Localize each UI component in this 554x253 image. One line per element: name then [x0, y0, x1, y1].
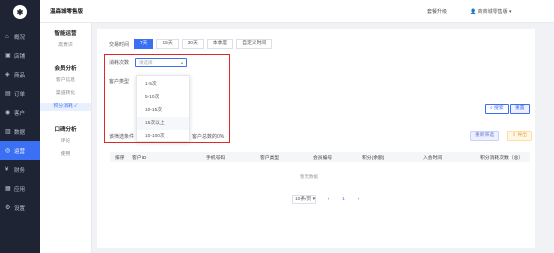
sub-navigation: 智能运营 高贵识 会员分析 客户信息 渠道转化 积分消耗 ✓ 口碑分析 评论 使… [40, 23, 92, 253]
subnav-item-customer-info[interactable]: 客户信息 [40, 77, 91, 85]
page-size-select[interactable]: 10条/页 ▾ [292, 195, 316, 204]
tab-30days[interactable]: 30天 [181, 39, 204, 49]
summary-suffix: 客户总数的0% [192, 134, 225, 140]
subnav-group-member: 会员分析 [54, 66, 77, 72]
tab-custom-time[interactable]: 自定义时间 [236, 39, 273, 49]
prev-page-icon[interactable]: ‹ [324, 197, 333, 202]
table-header: 排序 客户ID 手机号码 客户类型 会员编号 积分(余额) 入会时间 积分消耗次… [110, 152, 530, 162]
subnav-item-channel[interactable]: 渠道转化 [40, 90, 91, 98]
tab-quarter[interactable]: 本季度 [206, 39, 234, 49]
customer-icon: ◉ [5, 109, 11, 116]
sidebar-item-settings[interactable]: ⚙ 设置 [0, 198, 40, 217]
highlight-box [104, 54, 230, 143]
app-icon: ▦ [5, 185, 11, 192]
search-button[interactable]: ⌕ 搜索 [485, 104, 509, 114]
sidebar-item-shop[interactable]: ▣ 店铺 [0, 46, 40, 65]
th-member-no: 会员编号 [313, 155, 333, 161]
th-points-count: 积分消耗次数（总） [480, 155, 524, 161]
shop-name: 温森城零售版 [50, 9, 84, 15]
settings-icon: ⚙ [5, 204, 11, 211]
reselect-button[interactable]: 重新筛选 [470, 131, 500, 141]
operation-icon: ◎ [5, 147, 11, 154]
goods-icon: ◈ [5, 71, 10, 78]
topbar: 温森城零售版 套餐升级 👤 商商城零售版 ▾ [40, 0, 554, 23]
subnav-item-points[interactable]: 积分消耗 ✓ [40, 103, 91, 111]
export-button[interactable]: ⇪ 导出 [507, 131, 532, 141]
logo-icon: ✱ [13, 5, 27, 19]
page-1[interactable]: 1 [339, 197, 348, 202]
subnav-group-smart: 智能运营 [54, 31, 77, 37]
time-label: 交易时间 [109, 41, 130, 48]
th-join-time: 入会时间 [423, 155, 443, 161]
tab-7days[interactable]: 7天 [134, 39, 154, 49]
pagination: 10条/页 ▾ ‹ 1 › [292, 195, 369, 204]
filter-summary-suffix: 客户总数的0% [192, 133, 224, 140]
sidebar-item-home[interactable]: ⌂ 概况 [0, 27, 40, 46]
subnav-item-smart[interactable]: 高贵识 [40, 42, 91, 50]
time-filter: 交易时间 7天 15天 30天 本季度 自定义时间 [109, 39, 273, 49]
data-icon: ▥ [5, 128, 11, 135]
th-customer-id: 客户ID [132, 155, 147, 161]
sidebar-item-customer[interactable]: ◉ 客户 [0, 103, 40, 122]
shop-icon: ▣ [5, 52, 11, 59]
user-menu[interactable]: 👤 商商城零售版 ▾ [470, 8, 512, 15]
subnav-item-use[interactable]: 使用 [40, 151, 91, 159]
filter-summary: 该筛选条件 [109, 133, 134, 140]
th-phone: 手机号码 [206, 155, 226, 161]
next-page-icon[interactable]: › [354, 197, 363, 202]
empty-state: 暂无数据 [300, 174, 318, 179]
upgrade-link[interactable]: 套餐升级 [427, 8, 447, 15]
sidebar-item-order[interactable]: ▤ 订单 [0, 84, 40, 103]
home-icon: ⌂ [5, 33, 9, 40]
sidebar-item-app[interactable]: ▦ 应用 [0, 179, 40, 198]
th-sort: 排序 [115, 155, 125, 161]
sidebar-item-finance[interactable]: ¥ 财务 [0, 160, 40, 179]
tab-15days[interactable]: 15天 [156, 39, 179, 49]
finance-icon: ¥ [5, 166, 9, 173]
th-points-balance: 积分(余额) [362, 155, 385, 161]
sidebar-item-data[interactable]: ▥ 数据 [0, 122, 40, 141]
th-customer-type: 客户类型 [260, 155, 280, 161]
subnav-group-reputation: 口碑分析 [54, 127, 77, 133]
reset-button[interactable]: 重置 [510, 104, 530, 114]
subnav-item-review[interactable]: 评论 [40, 138, 91, 146]
order-icon: ▤ [5, 90, 11, 97]
summary-prefix: 该筛选条件 [109, 134, 135, 140]
sidebar: ✱ ⌂ 概况 ▣ 店铺 ◈ 商品 ▤ 订单 ◉ 客户 ▥ 数据 ◎ 运营 ¥ 财务 ▦ 应用 ⚙ 设… [0, 0, 40, 253]
sidebar-item-goods[interactable]: ◈ 商品 [0, 65, 40, 84]
sidebar-item-operation[interactable]: ◎ 运营 [0, 141, 40, 160]
